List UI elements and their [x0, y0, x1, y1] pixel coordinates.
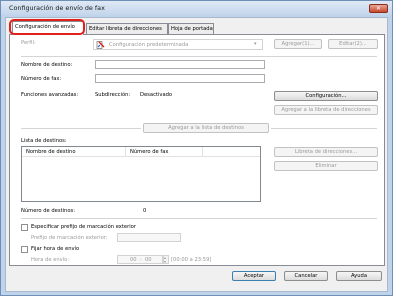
- destination-name-field[interactable]: [95, 60, 265, 69]
- column-header-fax-number[interactable]: Número de fax: [130, 149, 168, 155]
- tab-edit-addressbook[interactable]: Editar libreta de direcciones: [86, 23, 168, 34]
- divider: [21, 56, 377, 57]
- tab-page-send-settings: Perfil: Configuración predeterminada ▾ A…: [9, 34, 385, 266]
- delete-button[interactable]: Eliminar: [274, 161, 378, 171]
- add-to-addressbook-button[interactable]: Agregar a la libreta de direcciones: [274, 105, 378, 115]
- outside-prefix-label: Prefijo de marcación exterior:: [31, 235, 108, 241]
- column-divider: [125, 147, 126, 157]
- cancel-button[interactable]: Cancelar: [284, 271, 328, 281]
- subaddress-label: Subdirección:: [95, 92, 131, 98]
- destination-list-header: Nombre de destino Número de fax: [22, 147, 260, 157]
- destination-name-label: Nombre de destino:: [21, 62, 73, 68]
- column-header-destination-name[interactable]: Nombre de destino: [26, 149, 76, 155]
- fax-settings-window: Configuración de envío de fax ✕ Configur…: [0, 0, 393, 296]
- tab-cover-sheet[interactable]: Hoja de portada: [168, 23, 214, 34]
- subaddress-value: Desactivado: [140, 92, 173, 98]
- profile-edit-button[interactable]: Editar(2)...: [328, 39, 378, 49]
- send-time-range-hint: [00:00 a 23:59]: [171, 257, 212, 263]
- destination-list-label: Lista de destinos:: [21, 138, 67, 144]
- outside-prefix-checkbox[interactable]: [21, 224, 28, 231]
- close-icon[interactable]: ✕: [369, 4, 388, 13]
- profile-label: Perfil:: [21, 40, 36, 46]
- add-to-destination-list-button[interactable]: Agregar a la lista de destinos: [143, 123, 269, 133]
- profile-select[interactable]: Configuración predeterminada ▾: [93, 39, 263, 50]
- send-time-checkbox[interactable]: [21, 246, 28, 253]
- spin-down-icon[interactable]: ▾: [164, 259, 166, 264]
- destination-list[interactable]: Nombre de destino Número de fax: [21, 146, 261, 202]
- fax-number-field[interactable]: [95, 74, 265, 83]
- title-bar: Configuración de envío de fax ✕: [1, 1, 392, 15]
- send-time-field[interactable]: 00 : 00: [117, 255, 163, 264]
- send-time-separator: :: [140, 257, 142, 263]
- divider: [271, 128, 377, 129]
- chevron-down-icon: ▾: [254, 41, 257, 47]
- column-divider: [202, 147, 203, 157]
- send-time-hour: 00: [130, 257, 137, 263]
- send-time-minute: 00: [145, 257, 152, 263]
- configure-button[interactable]: Configuración...: [274, 91, 378, 101]
- address-book-button[interactable]: Libreta de direcciones...: [274, 147, 378, 157]
- profile-icon: [96, 41, 105, 49]
- advanced-functions-label: Funciones avanzadas:: [21, 92, 79, 98]
- help-button[interactable]: Ayuda: [336, 271, 382, 281]
- send-time-checkbox-label[interactable]: Fijar hora de envío: [31, 246, 79, 252]
- profile-value: Configuración predeterminada: [109, 42, 189, 48]
- window-title: Configuración de envío de fax: [9, 4, 105, 12]
- outside-prefix-checkbox-label[interactable]: Especificar prefijo de marcación exterio…: [31, 224, 136, 230]
- accept-button[interactable]: Aceptar: [232, 271, 276, 281]
- divider: [21, 218, 377, 219]
- tab-highlight-outline: [9, 19, 85, 35]
- destination-count-label: Número de destinos:: [21, 208, 75, 214]
- profile-add-button[interactable]: Agregar(1)...: [274, 39, 322, 49]
- send-time-label: Hora de envío:: [31, 257, 70, 263]
- divider: [21, 128, 141, 129]
- destination-count-value: 0: [143, 208, 147, 214]
- send-time-spinner[interactable]: ▴ ▾: [163, 255, 169, 264]
- outside-prefix-field[interactable]: [117, 233, 181, 242]
- fax-number-label: Número de fax:: [21, 76, 62, 82]
- dialog-body: Configuración de envío Editar libreta de…: [5, 17, 388, 292]
